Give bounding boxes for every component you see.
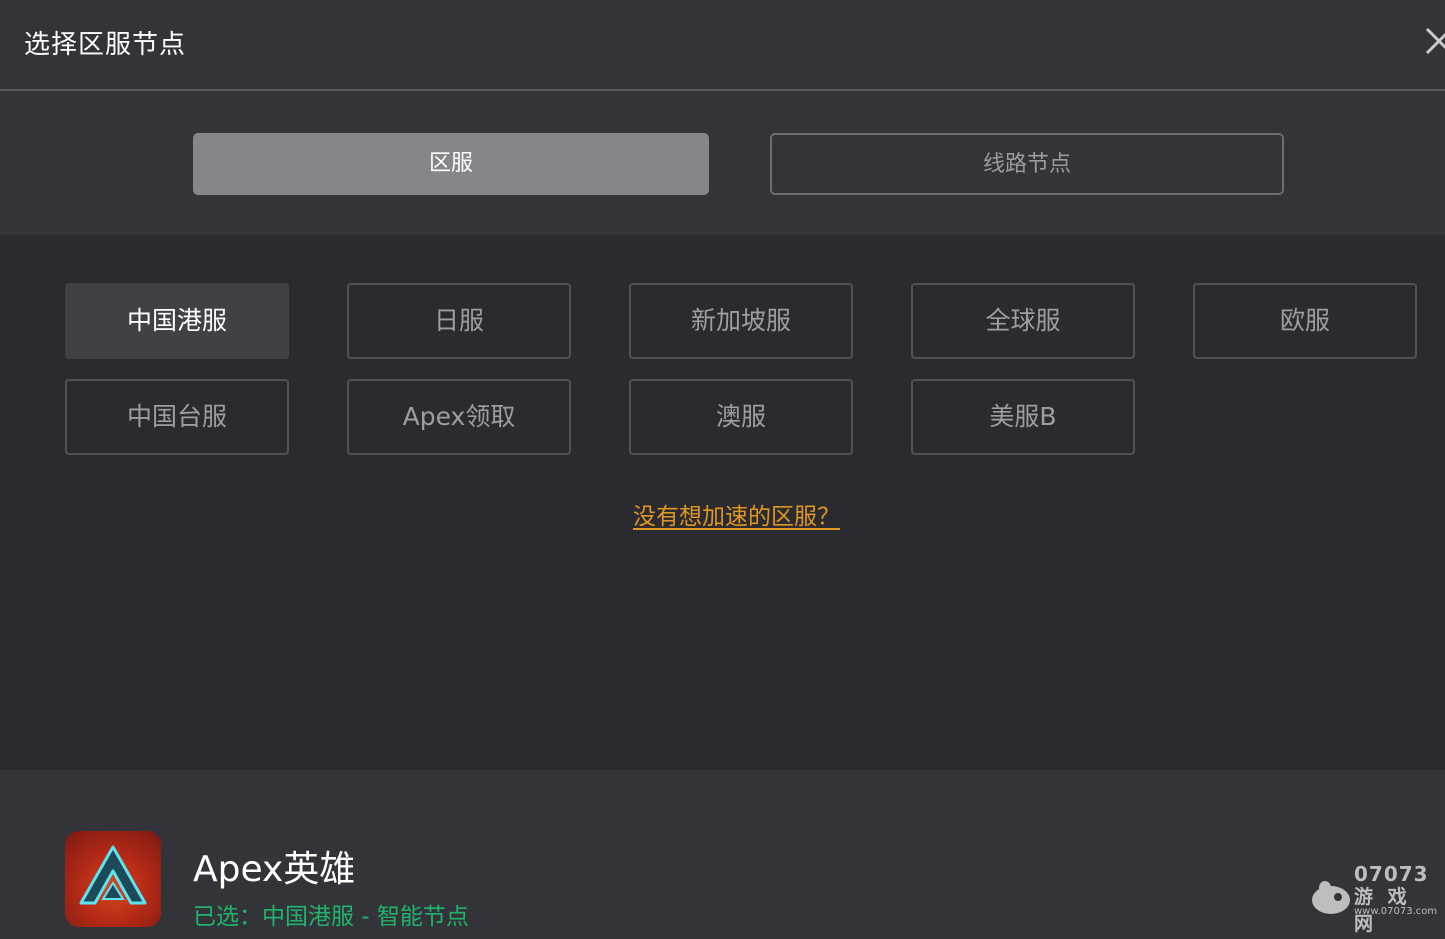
- selected-game-footer: Apex英雄 已选：中国港服 - 智能节点 07073 游 戏 网 www.07…: [0, 770, 1445, 939]
- region-button-us-b[interactable]: 美服B: [911, 379, 1135, 455]
- region-button-jp[interactable]: 日服: [347, 283, 571, 359]
- region-button-eu[interactable]: 欧服: [1193, 283, 1417, 359]
- tab-region[interactable]: 区服: [193, 133, 709, 195]
- missing-region-link[interactable]: 没有想加速的区服？: [633, 497, 840, 531]
- region-button-hk[interactable]: 中国港服: [65, 283, 289, 359]
- region-button-sg[interactable]: 新加坡服: [629, 283, 853, 359]
- close-icon[interactable]: [1420, 20, 1445, 60]
- selected-node-status: 已选：中国港服 - 智能节点: [193, 904, 469, 930]
- region-button-au[interactable]: 澳服: [629, 379, 853, 455]
- tab-bar: 区服 线路节点: [0, 91, 1445, 235]
- region-button-global[interactable]: 全球服: [911, 283, 1135, 359]
- dialog-header: 选择区服节点: [0, 0, 1445, 91]
- region-button-apex-claim[interactable]: Apex领取: [347, 379, 571, 455]
- tab-route-node[interactable]: 线路节点: [770, 133, 1284, 195]
- watermark-mascot-icon: [1312, 881, 1350, 914]
- region-panel: 中国港服 日服 新加坡服 全球服 欧服 中国台服 Apex领取 澳服 美服B 没…: [0, 235, 1445, 770]
- apex-legends-logo-icon: [65, 831, 161, 927]
- dialog-title: 选择区服节点: [24, 30, 187, 60]
- game-name: Apex英雄: [193, 849, 356, 890]
- site-watermark: 07073 游 戏 网 www.07073.com: [1310, 862, 1438, 935]
- watermark-url: www.07073.com: [1354, 906, 1438, 917]
- region-button-tw[interactable]: 中国台服: [65, 379, 289, 455]
